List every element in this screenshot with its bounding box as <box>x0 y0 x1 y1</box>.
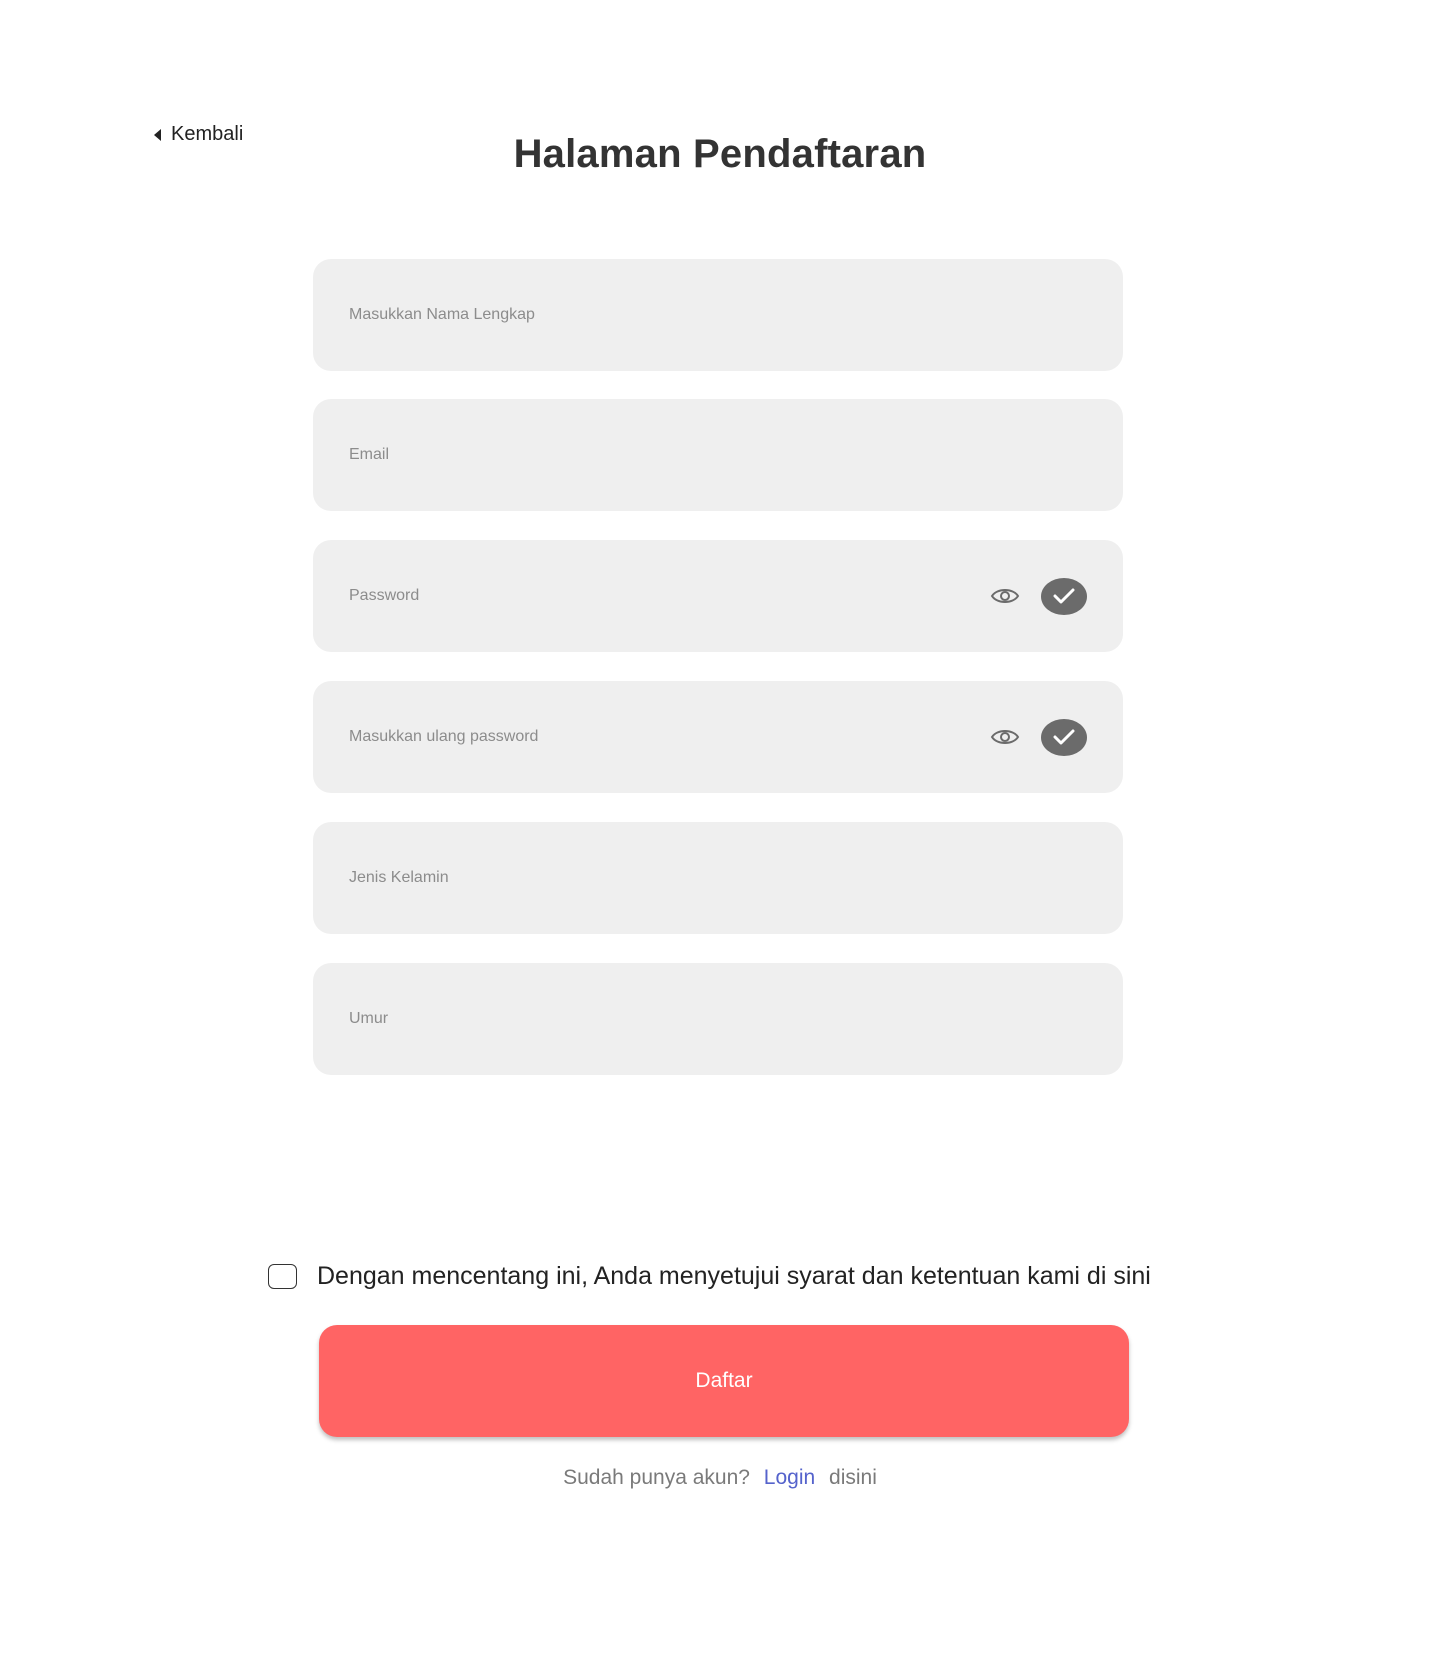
login-suffix: disini <box>829 1466 877 1489</box>
password-input[interactable] <box>349 587 989 605</box>
check-circle-icon <box>1041 577 1087 615</box>
email-input[interactable] <box>349 446 1087 464</box>
register-button[interactable]: Daftar <box>319 1325 1129 1437</box>
page-title: Halaman Pendaftaran <box>513 132 927 176</box>
full-name-field <box>313 259 1123 371</box>
login-prompt: Sudah punya akun? Login disini <box>0 1466 1440 1490</box>
confirm-password-input[interactable] <box>349 728 989 746</box>
login-link[interactable]: Login <box>764 1466 815 1489</box>
full-name-input[interactable] <box>349 306 1087 324</box>
confirm-password-field <box>313 681 1123 793</box>
eye-icon[interactable] <box>989 725 1021 749</box>
email-field <box>313 399 1123 511</box>
terms-label: Dengan mencentang ini, Anda menyetujui s… <box>317 1262 1151 1290</box>
age-field <box>313 963 1123 1075</box>
registration-page: Kembali Halaman Pendaftaran Masukkan Nam… <box>0 0 1440 1678</box>
gender-input[interactable] <box>349 869 1087 887</box>
gender-field <box>313 822 1123 934</box>
age-input[interactable] <box>349 1010 1087 1028</box>
login-prompt-text: Sudah punya akun? <box>563 1466 750 1489</box>
terms-row: Dengan mencentang ini, Anda menyetujui s… <box>268 1262 1151 1291</box>
terms-checkbox[interactable] <box>268 1264 297 1289</box>
check-circle-icon <box>1041 718 1087 756</box>
eye-icon[interactable] <box>989 584 1021 608</box>
password-field <box>313 540 1123 652</box>
